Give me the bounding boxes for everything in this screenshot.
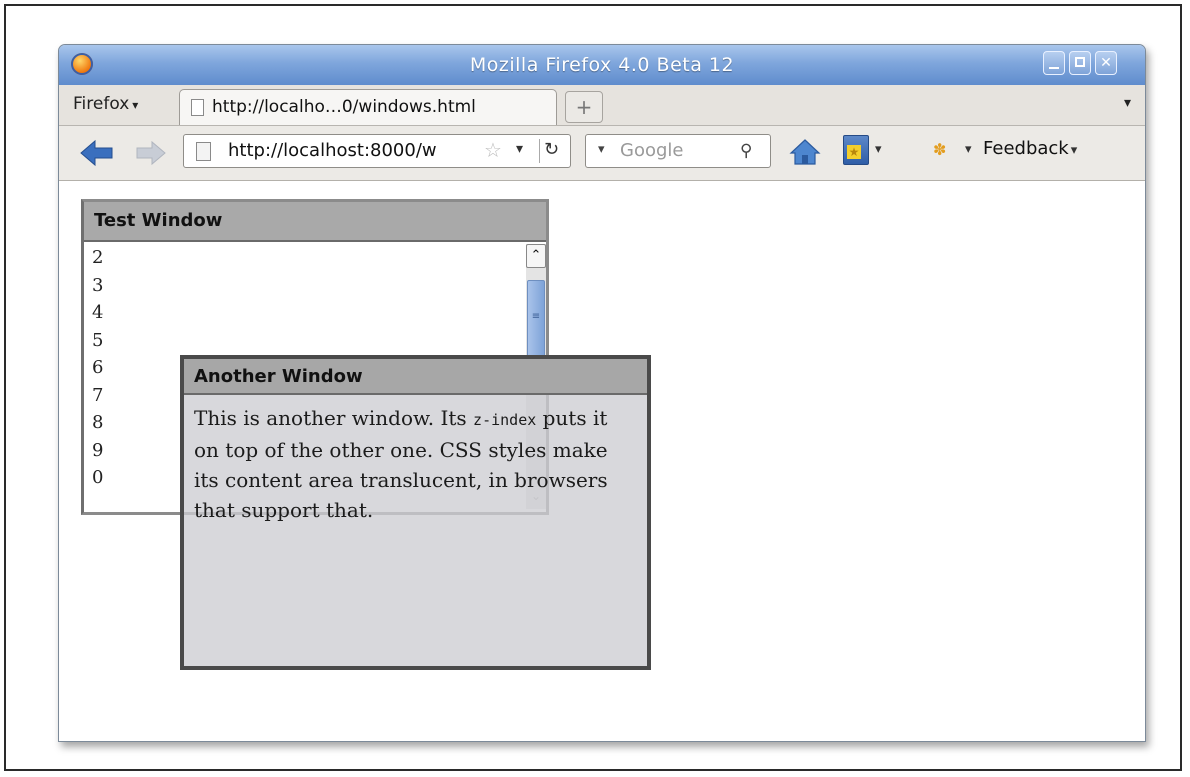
list-item: 7: [92, 384, 104, 406]
close-icon: ✕: [1100, 55, 1112, 71]
chevron-down-icon: ▾: [1123, 95, 1131, 111]
feedback-button[interactable]: Feedback ▾: [983, 138, 1077, 159]
scrollbar-thumb[interactable]: ≡: [527, 280, 545, 362]
minimize-icon: [1049, 67, 1059, 69]
feedback-label: Feedback: [983, 138, 1069, 159]
page-icon: [191, 99, 204, 116]
test-window-title: Test Window: [94, 210, 223, 231]
close-button[interactable]: ✕: [1095, 51, 1117, 75]
list-item: 4: [92, 302, 104, 323]
list-item: 9: [92, 439, 104, 461]
list-item: 0: [92, 467, 104, 488]
scroll-up-arrow-icon[interactable]: ⌃: [526, 244, 546, 268]
maximize-icon: [1075, 57, 1085, 67]
url-separator: [539, 139, 540, 163]
bookmarks-dropdown-icon[interactable]: ▾: [875, 142, 882, 157]
maximize-button[interactable]: [1069, 51, 1091, 75]
firefox-menu-label: Firefox: [73, 94, 130, 114]
navigation-toolbar: http://localhost:8000/w ☆ ▾ ↻ ▾ Google ⚲…: [59, 126, 1145, 181]
page-content: Test Window 2 3 4 5 6 7 8 9 0 ⌃ ≡ ⌄: [59, 181, 1145, 741]
another-window-content: This is another window. Its z-index puts…: [194, 403, 637, 525]
new-tab-button[interactable]: +: [565, 91, 603, 123]
reload-icon[interactable]: ↻: [544, 139, 559, 160]
list-all-tabs-button[interactable]: ▾: [1124, 95, 1131, 111]
feedback-dropdown-icon[interactable]: ▾: [965, 142, 972, 157]
history-dropdown-icon[interactable]: ▾: [516, 141, 523, 157]
home-icon[interactable]: [789, 138, 821, 166]
feedback-icon[interactable]: ✽: [933, 140, 946, 159]
plus-icon: +: [575, 95, 593, 119]
title-bar[interactable]: Mozilla Firefox 4.0 Beta 12 ✕: [59, 45, 1145, 85]
star-icon: ★: [847, 145, 861, 159]
chevron-down-icon: ▾: [132, 98, 139, 112]
list-item: 2: [92, 247, 104, 268]
url-bar[interactable]: http://localhost:8000/w ☆ ▾ ↻: [183, 134, 571, 168]
tab-label: http://localho…0/windows.html: [212, 97, 476, 117]
bookmarks-button[interactable]: ★: [843, 135, 869, 165]
minimize-button[interactable]: [1043, 51, 1065, 75]
tab-bar: Firefox ▾ http://localho…0/windows.html +…: [59, 85, 1145, 126]
figure-frame: Mozilla Firefox 4.0 Beta 12 ✕ Firefox ▾ h…: [4, 4, 1182, 771]
body-text: This is another window. Its: [194, 406, 467, 430]
list-item: 5: [92, 329, 104, 351]
firefox-menu-button[interactable]: Firefox ▾: [73, 94, 138, 114]
back-arrow-icon[interactable]: [79, 139, 115, 167]
inline-code: z-index: [473, 411, 537, 429]
forward-arrow-icon[interactable]: [135, 139, 167, 167]
url-text[interactable]: http://localhost:8000/w: [228, 140, 478, 161]
test-window-titlebar[interactable]: Test Window: [84, 202, 546, 242]
list-item: 8: [92, 412, 104, 433]
search-placeholder[interactable]: Google: [620, 140, 683, 161]
grip-icon: ≡: [531, 311, 541, 322]
firefox-window: Mozilla Firefox 4.0 Beta 12 ✕ Firefox ▾ h…: [58, 44, 1146, 742]
binoculars-icon[interactable]: ⚲: [740, 141, 752, 161]
test-window-content: 2 3 4 5 6 7 8 9 0: [92, 244, 103, 492]
chevron-down-icon: ▾: [1070, 143, 1078, 158]
bookmark-star-icon[interactable]: ☆: [484, 138, 502, 162]
list-item: 3: [92, 274, 104, 296]
list-item: 6: [92, 357, 104, 378]
another-window[interactable]: Another Window This is another window. I…: [180, 355, 651, 670]
tab-windows-html[interactable]: http://localho…0/windows.html: [179, 89, 557, 125]
search-engine-dropdown-icon[interactable]: ▾: [598, 142, 605, 157]
another-window-titlebar[interactable]: Another Window: [184, 359, 647, 395]
search-bar[interactable]: ▾ Google ⚲: [585, 134, 771, 168]
window-title: Mozilla Firefox 4.0 Beta 12: [469, 54, 735, 76]
another-window-title: Another Window: [194, 366, 363, 387]
page-icon: [196, 142, 211, 161]
